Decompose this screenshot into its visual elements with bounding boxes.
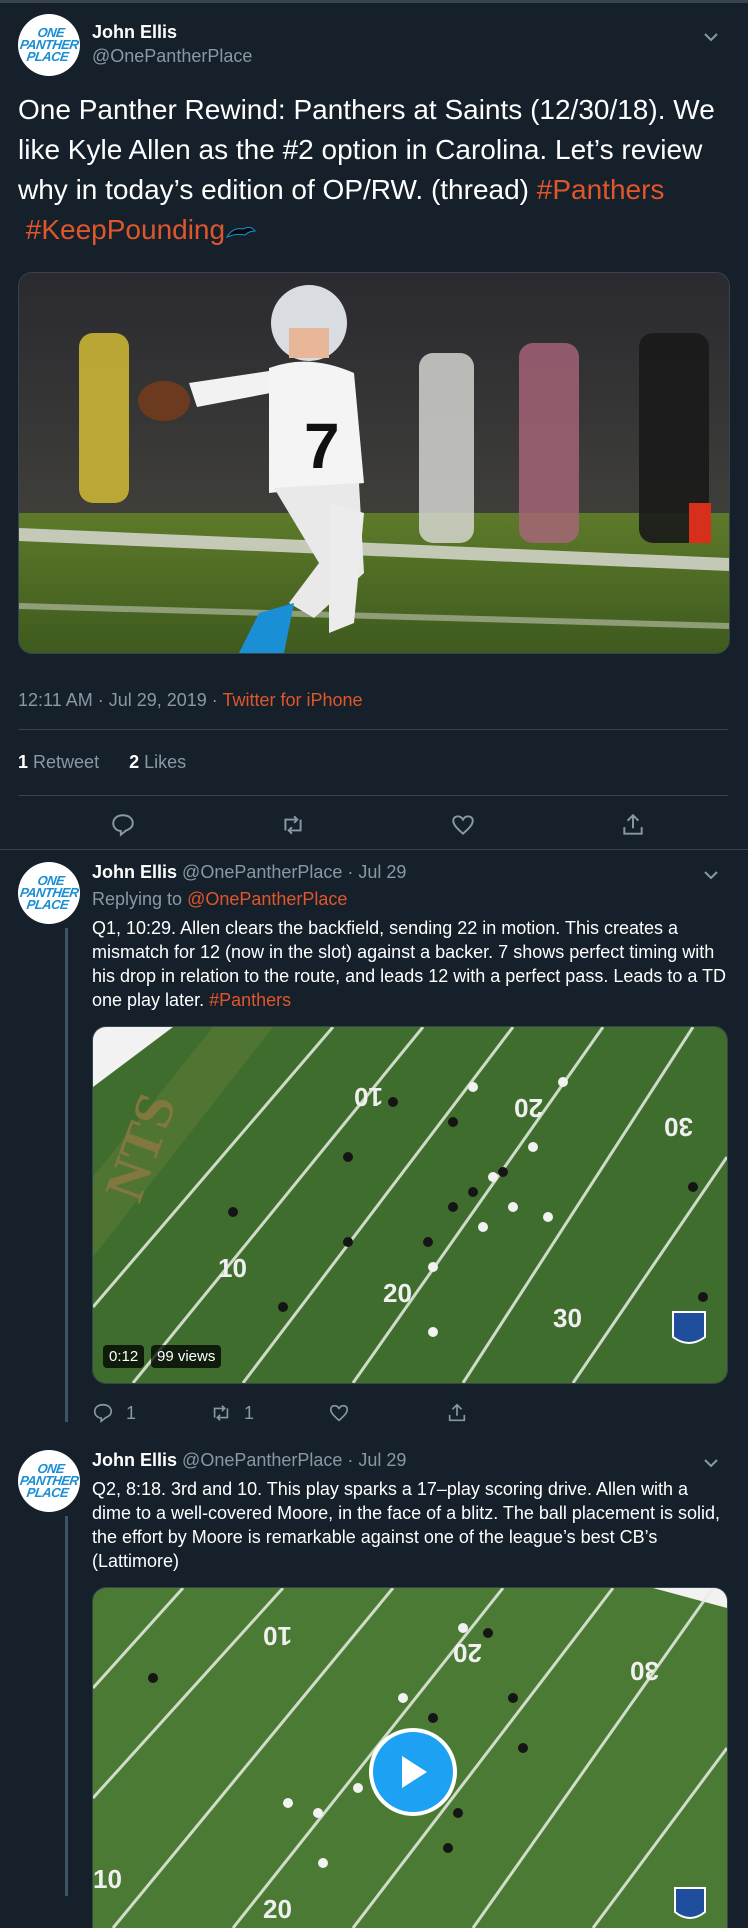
football-player-photo: 7 bbox=[19, 273, 729, 653]
retweets-stat[interactable]: 1 Retweet bbox=[18, 752, 99, 772]
like-icon[interactable] bbox=[450, 812, 476, 838]
play-button[interactable] bbox=[369, 1728, 457, 1816]
replying-to: Replying to @OnePantherPlace bbox=[92, 889, 348, 909]
hashtag-link[interactable]: #Panthers bbox=[209, 990, 291, 1010]
yard-number: 30 bbox=[664, 1112, 693, 1142]
author-handle-date[interactable]: @OnePantherPlace · Jul 29 bbox=[182, 1450, 406, 1470]
replying-handle-link[interactable]: @OnePantherPlace bbox=[187, 889, 347, 909]
yard-number: 30 bbox=[630, 1656, 659, 1686]
share-icon bbox=[448, 1403, 466, 1422]
author-name[interactable]: John Ellis bbox=[92, 862, 177, 882]
video-views-badge: 99 views bbox=[151, 1345, 222, 1368]
hashtag-link[interactable]: #Panthers bbox=[537, 174, 665, 205]
tweet-photo[interactable]: 7 bbox=[18, 272, 730, 654]
tweet-stats: 1 Retweet 2 Likes bbox=[18, 730, 730, 795]
like-icon bbox=[329, 1404, 349, 1422]
avatar[interactable]: ONE PANTHER PLACE bbox=[18, 1450, 80, 1512]
football-field-video: 10 20 30 10 20 30 NTS bbox=[93, 1027, 727, 1383]
thread-connector-line bbox=[65, 928, 68, 1422]
author-handle[interactable]: @OnePantherPlace bbox=[92, 46, 252, 67]
video-player[interactable]: 10 20 30 10 20 bbox=[92, 1587, 728, 1928]
tweet-actions: 1 1 bbox=[92, 1402, 730, 1424]
tweet-text: Q2, 8:18. 3rd and 10. This play sparks a… bbox=[92, 1479, 720, 1571]
tweet-timestamp[interactable]: 12:11 AM · Jul 29, 2019 · bbox=[18, 690, 222, 710]
yard-number: 20 bbox=[453, 1638, 482, 1668]
tweet-text: Q1, 10:29. Allen clears the backfield, s… bbox=[92, 918, 727, 1010]
avatar-logo: ONE PANTHER PLACE bbox=[18, 25, 80, 64]
reply-icon[interactable] bbox=[110, 812, 136, 838]
section-divider bbox=[0, 849, 748, 850]
retweet-action[interactable]: 1 bbox=[210, 1402, 328, 1424]
tweet-source[interactable]: Twitter for iPhone bbox=[222, 690, 362, 710]
thread-tweet: ONE PANTHER PLACE John Ellis @OnePanther… bbox=[18, 1450, 730, 1928]
author-name[interactable]: John Ellis bbox=[92, 1450, 177, 1470]
retweet-count: 1 bbox=[244, 1402, 255, 1423]
reply-icon bbox=[93, 1403, 113, 1423]
yard-number: 30 bbox=[553, 1303, 582, 1333]
chevron-down-icon[interactable] bbox=[702, 28, 720, 46]
jersey-number: 7 bbox=[304, 410, 340, 482]
yard-number: 10 bbox=[263, 1621, 292, 1651]
thread-tweet: ONE PANTHER PLACE John Ellis @OnePanther… bbox=[18, 862, 730, 1424]
share-action[interactable] bbox=[446, 1402, 564, 1424]
avatar-logo: ONE PANTHER PLACE bbox=[18, 873, 80, 912]
thread-connector-line bbox=[65, 1516, 68, 1896]
like-action[interactable] bbox=[328, 1402, 446, 1424]
yard-number: 20 bbox=[263, 1894, 292, 1924]
tweet-meta: 12:11 AM · Jul 29, 2019 · Twitter for iP… bbox=[18, 690, 730, 711]
video-duration-badge: 0:12 bbox=[103, 1345, 145, 1368]
video-player[interactable]: 10 20 30 10 20 30 NTS 0:12 99 views bbox=[92, 1026, 728, 1384]
tweet-actions bbox=[18, 796, 738, 852]
yard-number: 10 bbox=[218, 1253, 247, 1283]
tweet-text: One Panther Rewind: Panthers at Saints (… bbox=[18, 90, 730, 250]
avatar-logo: ONE PANTHER PLACE bbox=[18, 1461, 80, 1500]
likes-stat[interactable]: 2 Likes bbox=[129, 752, 186, 772]
hashtag-link[interactable]: #KeepPounding bbox=[26, 214, 225, 245]
retweet-icon[interactable] bbox=[280, 812, 306, 838]
reply-count: 1 bbox=[126, 1402, 137, 1423]
yard-number: 10 bbox=[354, 1082, 383, 1112]
author-name[interactable]: John Ellis bbox=[92, 22, 252, 43]
panther-emoji-icon bbox=[225, 226, 257, 238]
avatar[interactable]: ONE PANTHER PLACE bbox=[18, 862, 80, 924]
yard-number: 20 bbox=[514, 1093, 543, 1123]
share-icon[interactable] bbox=[620, 812, 646, 838]
yard-number: 20 bbox=[383, 1278, 412, 1308]
avatar[interactable]: ONE PANTHER PLACE bbox=[18, 14, 80, 76]
author-handle-date[interactable]: @OnePantherPlace · Jul 29 bbox=[182, 862, 406, 882]
reply-action[interactable]: 1 bbox=[92, 1402, 210, 1424]
play-icon bbox=[402, 1756, 427, 1788]
retweet-icon bbox=[213, 1405, 229, 1421]
top-border bbox=[0, 0, 748, 3]
yard-number: 10 bbox=[93, 1864, 122, 1894]
main-tweet: ONE PANTHER PLACE John Ellis @OnePanther… bbox=[18, 14, 730, 852]
